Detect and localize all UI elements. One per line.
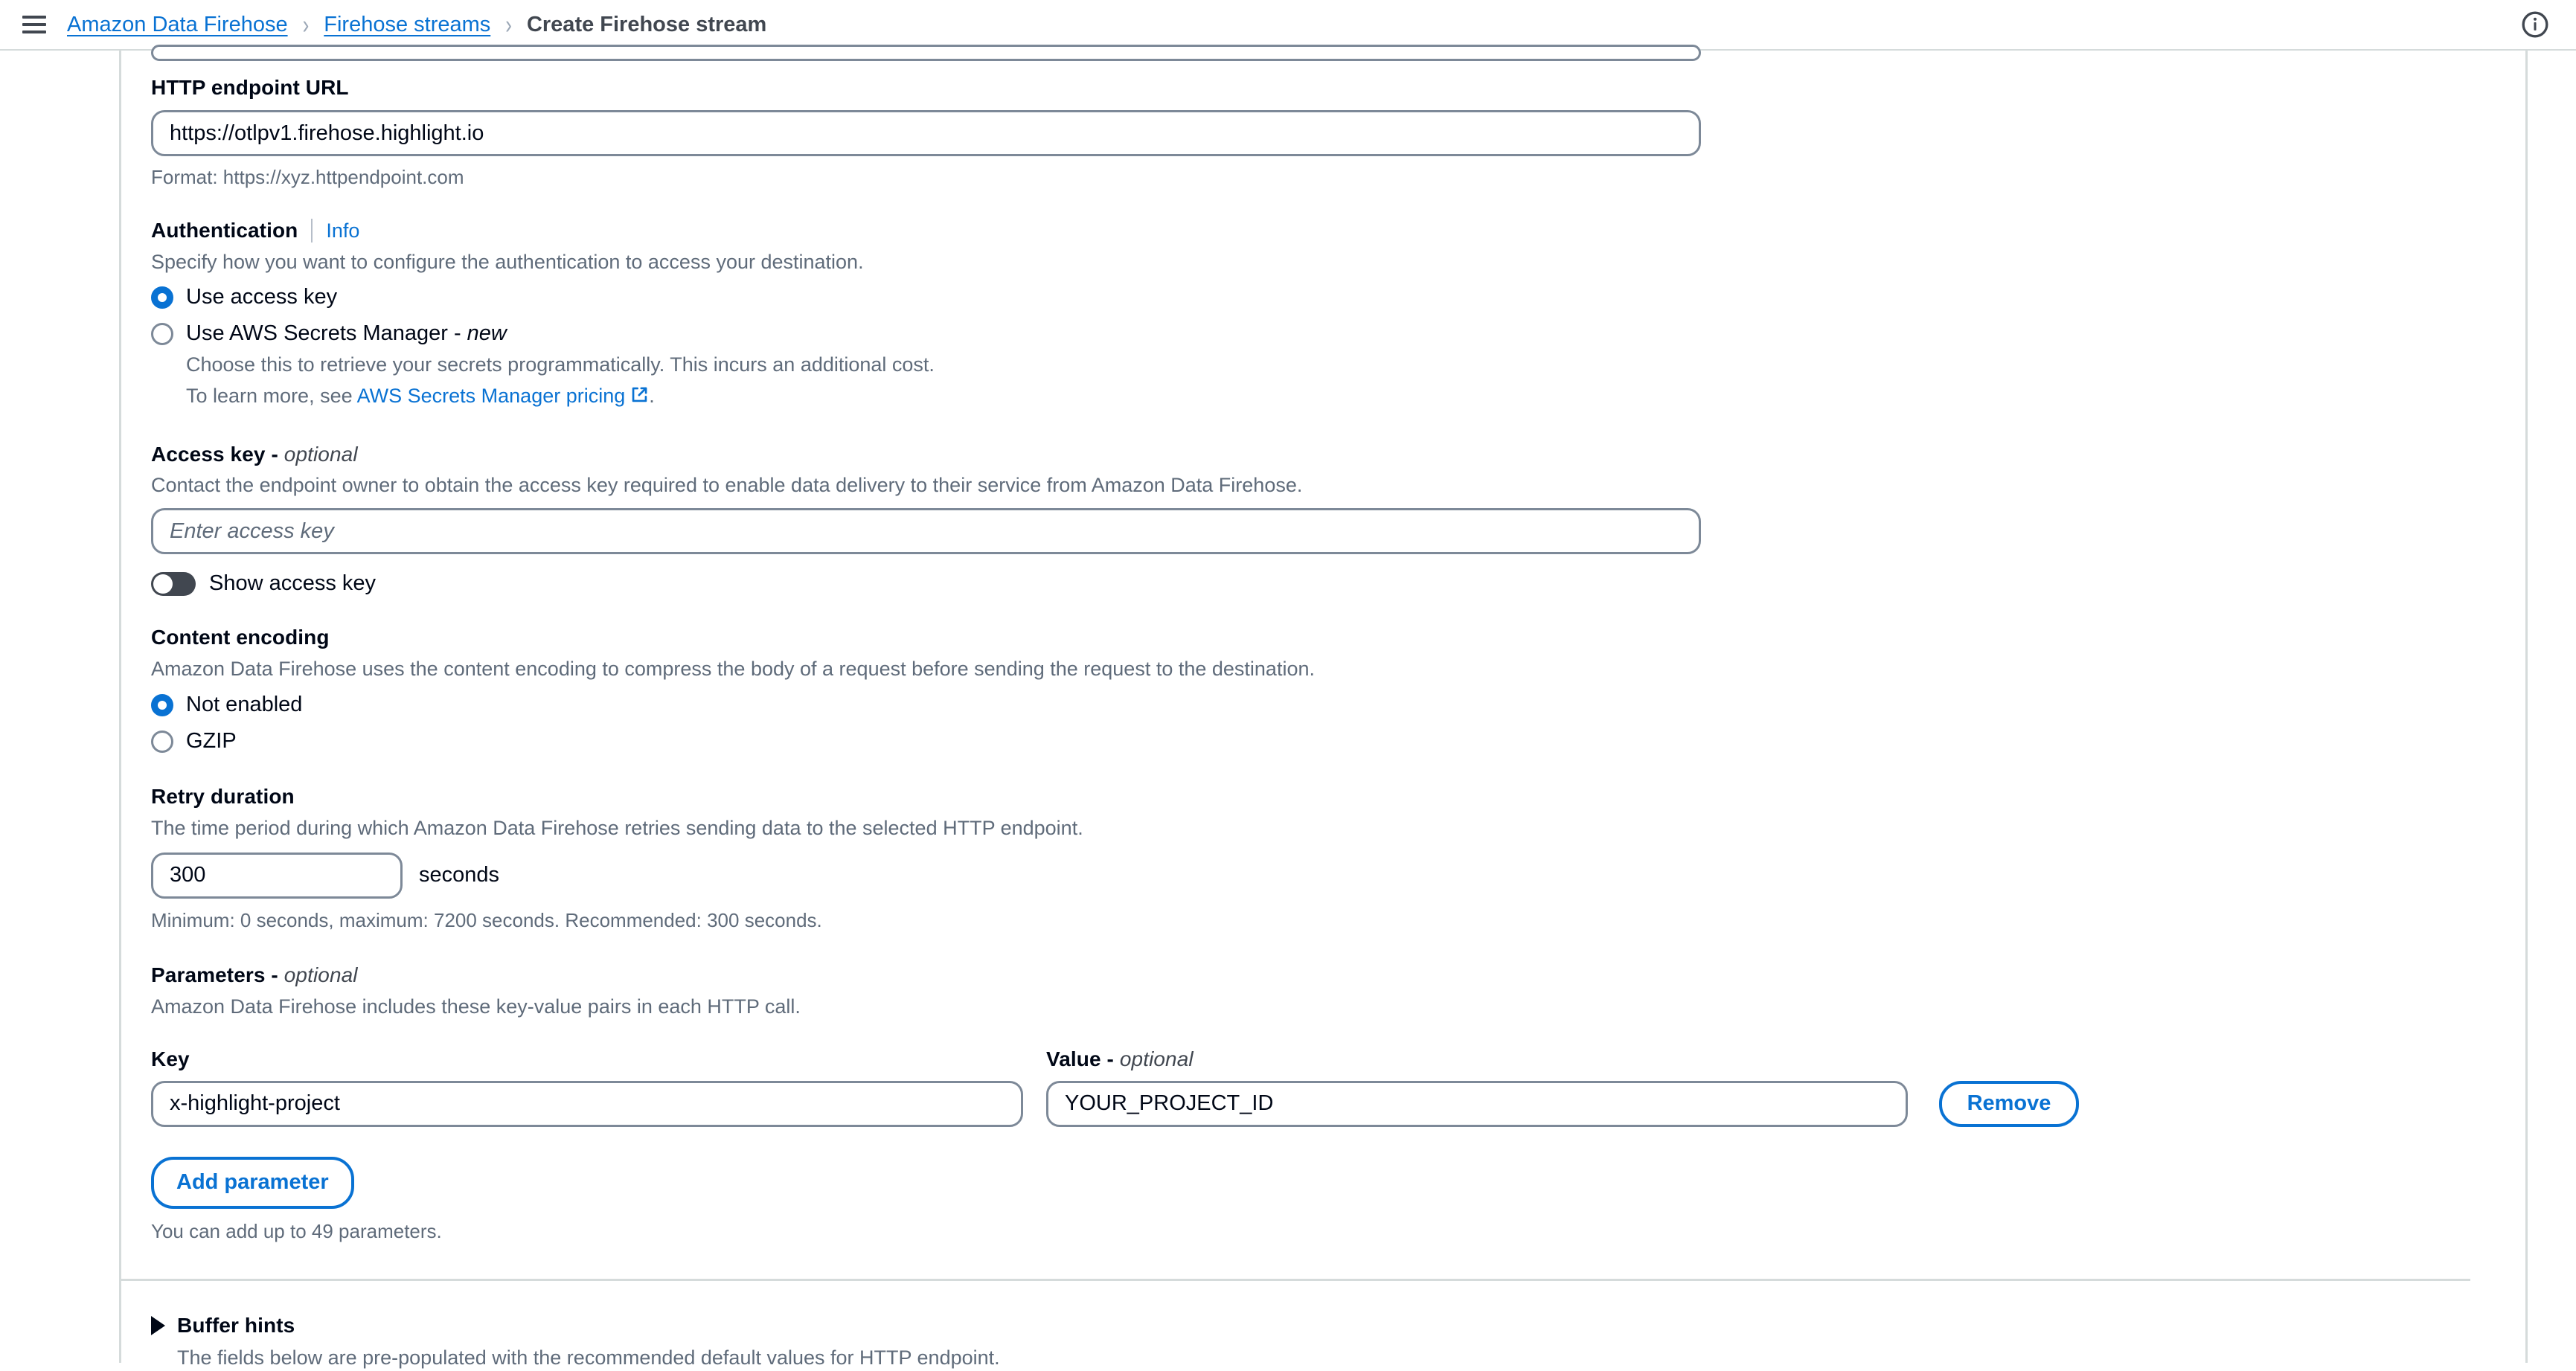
show-access-key-label: Show access key: [209, 571, 377, 596]
parameter-value-column: Value - optional: [1046, 1047, 1908, 1127]
http-endpoint-url-label: HTTP endpoint URL: [151, 76, 349, 99]
radio-option-use-access-key[interactable]: Use access key: [151, 285, 2495, 309]
access-key-description: Contact the endpoint owner to obtain the…: [151, 474, 1303, 497]
radio-not-enabled[interactable]: [151, 693, 173, 716]
authentication-description: Specify how you want to configure the au…: [151, 251, 864, 273]
retry-duration-group: Retry duration The time period during wh…: [151, 785, 2495, 931]
parameters-limit-hint: You can add up to 49 parameters.: [151, 1219, 442, 1242]
buffer-hints-description: The fields below are pre-populated with …: [177, 1346, 1000, 1369]
access-key-optional-tag: optional: [283, 443, 358, 466]
breadcrumb-item-firehose-streams[interactable]: Firehose streams: [324, 13, 490, 37]
breadcrumb-separator: ›: [302, 9, 310, 39]
breadcrumb-item-amazon-data-firehose[interactable]: Amazon Data Firehose: [67, 13, 288, 37]
parameters-label: Parameters - optional: [151, 963, 358, 986]
parameters-optional-tag: optional: [283, 963, 358, 986]
secrets-manager-learn-more: To learn more, see AWS Secrets Manager p…: [186, 383, 2495, 411]
radio-use-access-key[interactable]: [151, 286, 173, 309]
parameters-table: Key Value - optional Remove: [151, 1047, 2495, 1127]
show-access-key-toggle-row[interactable]: Show access key: [151, 571, 2495, 596]
parameter-value-input[interactable]: [1046, 1080, 1908, 1127]
access-key-label: Access key - optional: [151, 443, 358, 466]
top-navigation-bar: Amazon Data Firehose › Firehose streams …: [0, 0, 2576, 51]
buffer-hints-group: Buffer hints The fields below are pre-po…: [151, 1314, 2495, 1371]
destination-settings-form: HTTP endpoint URL Format: https://xyz.ht…: [121, 76, 2495, 1371]
aws-secrets-manager-pricing-link[interactable]: AWS Secrets Manager pricing: [357, 385, 626, 407]
http-endpoint-url-input[interactable]: [151, 110, 1701, 156]
radio-label-not-enabled: Not enabled: [186, 693, 303, 717]
parameter-value-optional-tag: optional: [1119, 1047, 1194, 1070]
authentication-group: Authentication Info Specify how you want…: [151, 219, 2495, 411]
parameter-key-column: Key: [151, 1047, 1023, 1127]
content-encoding-label: Content encoding: [151, 626, 330, 649]
page-body: HTTP endpoint URL Format: https://xyz.ht…: [0, 45, 2576, 1369]
radio-option-not-enabled[interactable]: Not enabled: [151, 693, 2495, 717]
breadcrumb-item-create-firehose-stream: Create Firehose stream: [526, 12, 767, 36]
content-encoding-description: Amazon Data Firehose uses the content en…: [151, 658, 1315, 681]
authentication-header: Authentication Info: [151, 219, 2495, 243]
radio-label-use-access-key: Use access key: [186, 285, 338, 309]
breadcrumb: Amazon Data Firehose › Firehose streams …: [67, 9, 767, 39]
retry-duration-description: The time period during which Amazon Data…: [151, 817, 1083, 840]
radio-use-aws-secrets-manager[interactable]: [151, 322, 173, 345]
secrets-manager-description: Choose this to retrieve your secrets pro…: [186, 353, 935, 376]
learn-more-prefix: To learn more, see: [186, 385, 357, 408]
buffer-hints-toggle-row[interactable]: Buffer hints: [151, 1314, 2495, 1338]
radio-label-gzip: GZIP: [186, 729, 237, 754]
section-divider: [121, 1278, 2470, 1281]
radio-label-use-aws-secrets-manager: Use AWS Secrets Manager - new: [186, 321, 507, 346]
radio-option-use-aws-secrets-manager[interactable]: Use AWS Secrets Manager - new: [151, 321, 2495, 346]
toggle-knob: [153, 574, 173, 594]
partially-visible-input-above[interactable]: [151, 45, 1701, 61]
remove-parameter-button[interactable]: Remove: [1939, 1080, 2079, 1127]
http-endpoint-url-format-hint: Format: https://xyz.httpendpoint.com: [151, 166, 464, 188]
radio-label-new-badge: new: [467, 321, 507, 346]
retry-duration-input-row: seconds: [151, 852, 2495, 899]
authentication-info-link[interactable]: Info: [326, 219, 359, 243]
content-encoding-group: Content encoding Amazon Data Firehose us…: [151, 626, 2495, 754]
hamburger-menu-icon[interactable]: [22, 12, 51, 37]
radio-option-gzip[interactable]: GZIP: [151, 729, 2495, 754]
radio-gzip[interactable]: [151, 730, 173, 753]
retry-duration-unit-label: seconds: [419, 863, 500, 887]
breadcrumb-separator: ›: [505, 9, 512, 39]
form-panel: HTTP endpoint URL Format: https://xyz.ht…: [119, 45, 2528, 1369]
learn-more-suffix: .: [649, 385, 655, 408]
access-key-group: Access key - optional Contact the endpoi…: [151, 443, 2495, 596]
authentication-label: Authentication: [151, 219, 298, 242]
external-link-icon: [630, 385, 649, 411]
retry-duration-input[interactable]: [151, 852, 403, 899]
parameters-group: Parameters - optional Amazon Data Fireho…: [151, 963, 2495, 1243]
http-endpoint-url-group: HTTP endpoint URL Format: https://xyz.ht…: [151, 76, 2495, 189]
parameter-value-header: Value - optional: [1046, 1047, 1194, 1070]
info-circle-icon[interactable]: [2521, 10, 2549, 39]
parameters-description: Amazon Data Firehose includes these key-…: [151, 995, 801, 1018]
caret-right-icon[interactable]: [151, 1315, 165, 1335]
retry-duration-hint: Minimum: 0 seconds, maximum: 7200 second…: [151, 908, 822, 931]
header-divider: [311, 219, 313, 243]
buffer-hints-label: Buffer hints: [177, 1313, 295, 1337]
retry-duration-label: Retry duration: [151, 785, 295, 809]
add-parameter-button[interactable]: Add parameter: [151, 1156, 354, 1209]
show-access-key-toggle[interactable]: [151, 571, 196, 596]
parameter-key-input[interactable]: [151, 1080, 1023, 1127]
access-key-input[interactable]: [151, 508, 1701, 555]
parameter-key-header: Key: [151, 1047, 190, 1070]
